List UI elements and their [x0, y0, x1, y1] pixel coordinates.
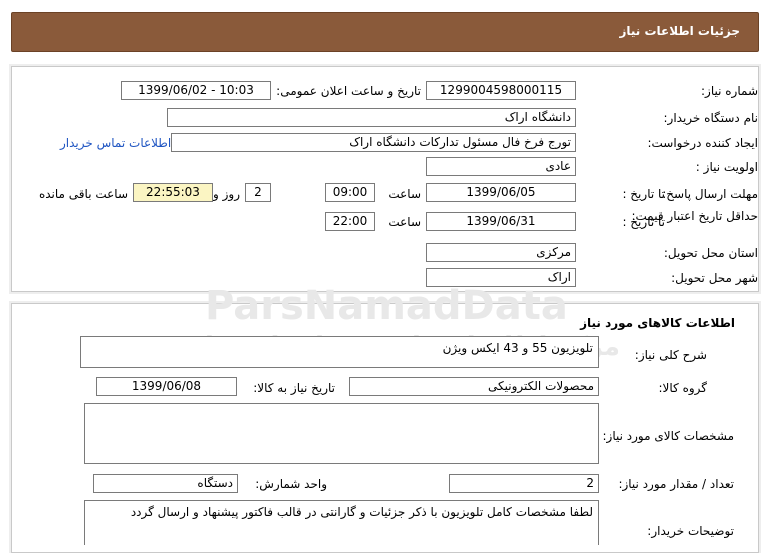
page-title: جزئیات اطلاعات نیاز: [619, 24, 740, 38]
deadline-until-label: تا تاریخ :: [622, 187, 665, 201]
unit-label: واحد شمارش:: [255, 477, 327, 491]
priority-field: عادی: [426, 157, 576, 176]
deadline-time-label: ساعت: [388, 187, 421, 201]
specs-label: مشخصات کالای مورد نیاز:: [602, 429, 734, 443]
specs-field: [84, 403, 599, 464]
deadline-label: مهلت ارسال پاسخ:: [662, 187, 758, 201]
need-number-field: 1299004598000115: [426, 81, 576, 100]
days-label: روز و: [213, 187, 240, 201]
page-header: جزئیات اطلاعات نیاز: [11, 12, 759, 52]
validity-time-field: 22:00: [325, 212, 375, 231]
need-date-label: تاریخ نیاز به کالا:: [253, 381, 335, 395]
province-field: مرکزی: [426, 243, 576, 262]
buyer-notes-label: توضیحات خریدار:: [647, 524, 734, 538]
buyer-contact-link[interactable]: اطلاعات تماس خریدار: [60, 136, 171, 150]
creator-label: ایجاد کننده درخواست:: [647, 136, 758, 150]
creator-field: تورج فرخ فال مسئول تدارکات دانشگاه اراک: [171, 133, 576, 152]
city-label: شهر محل تحویل:: [671, 271, 758, 285]
deadline-time-field: 09:00: [325, 183, 375, 202]
announce-label: تاریخ و ساعت اعلان عمومی:: [276, 84, 421, 98]
validity-date-field: 1399/06/31: [426, 212, 576, 231]
qty-label: تعداد / مقدار مورد نیاز:: [618, 477, 734, 491]
need-number-label: شماره نیاز:: [701, 84, 758, 98]
summary-field: تلویزیون 55 و 43 ایکس ویژن: [80, 336, 599, 368]
buyer-notes-field: لطفا مشخصات کامل تلویزیون با ذکر جزئیات …: [84, 500, 599, 545]
days-field: 2: [245, 183, 271, 202]
announce-field: 1399/06/02 - 10:03: [121, 81, 271, 100]
remaining-time-field: 22:55:03: [133, 183, 213, 202]
buyer-label: نام دستگاه خریدار:: [663, 111, 759, 125]
goods-section-title: اطلاعات کالاهای مورد نیاز: [580, 316, 735, 330]
validity-until-label: تا تاریخ :: [622, 215, 665, 229]
deadline-date-field: 1399/06/05: [426, 183, 576, 202]
remaining-label: ساعت باقی مانده: [38, 187, 128, 201]
unit-field: دستگاه: [93, 474, 238, 493]
buyer-field: دانشگاه اراک: [167, 108, 576, 127]
province-label: استان محل تحویل:: [663, 246, 758, 260]
need-date-field: 1399/06/08: [96, 377, 237, 396]
group-label: گروه کالا:: [658, 381, 708, 395]
priority-label: اولویت نیاز :: [695, 160, 758, 174]
validity-time-label: ساعت: [388, 215, 421, 229]
qty-field: 2: [449, 474, 599, 493]
group-field: محصولات الکترونیکی: [349, 377, 599, 396]
city-field: اراک: [426, 268, 576, 287]
summary-label: شرح کلی نیاز:: [634, 348, 707, 362]
